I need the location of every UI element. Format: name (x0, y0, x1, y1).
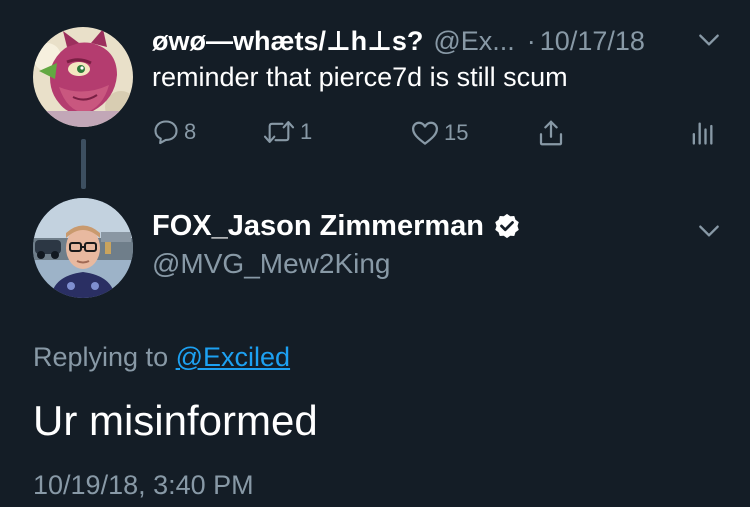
share-icon (539, 120, 563, 146)
parent-header: øwø—whæts/⊥h⊥s? @Ex... · 10/17/18 (152, 23, 645, 59)
parent-tweet[interactable]: øwø—whæts/⊥h⊥s? @Ex... · 10/17/18 remind… (0, 0, 750, 190)
display-name[interactable]: FOX_Jason Zimmerman (152, 210, 484, 243)
like-count: 15 (444, 120, 469, 145)
tweet-text: Ur misinformed (33, 397, 318, 444)
heart-icon (412, 121, 438, 145)
like-button[interactable]: 15 (410, 118, 468, 148)
user-handle[interactable]: @MVG_Mew2King (152, 248, 391, 280)
analytics-button[interactable] (688, 118, 716, 148)
retweet-button[interactable]: 1 (262, 118, 312, 146)
reply-count: 8 (184, 119, 197, 144)
user-photo-avatar-icon (33, 198, 133, 298)
chevron-down-icon[interactable] (696, 218, 722, 244)
retweet-count: 1 (300, 119, 313, 144)
share-button[interactable] (536, 118, 566, 148)
reply-icon (154, 120, 178, 145)
avatar[interactable] (33, 27, 133, 127)
tweet-timestamp[interactable]: 10/19/18, 3:40 PM (33, 470, 254, 501)
replying-to-link[interactable]: @Exciled (176, 342, 290, 372)
reply-tweet[interactable]: FOX_Jason Zimmerman @MVG_Mew2King Replyi… (0, 190, 750, 507)
analytics-icon (692, 122, 713, 145)
chevron-down-icon[interactable] (696, 27, 722, 53)
replying-to-line: Replying to @Exciled (33, 342, 290, 373)
tweet-text: reminder that pierce7d is still scum (152, 62, 568, 92)
separator-dot: · (526, 25, 536, 56)
reply-name-row: FOX_Jason Zimmerman (152, 210, 522, 243)
replying-to-label: Replying to (33, 342, 169, 372)
avatar[interactable] (33, 198, 133, 298)
verified-badge-icon (495, 213, 519, 238)
dragon-avatar-icon (33, 27, 133, 127)
retweet-icon (263, 121, 295, 143)
thread-line (81, 139, 86, 189)
action-bar: 8 1 15 (152, 118, 720, 154)
reply-button[interactable]: 8 (152, 118, 196, 146)
tweet-time[interactable]: 10/17/18 (540, 26, 645, 57)
user-handle[interactable]: @Ex... (433, 26, 514, 57)
display-name[interactable]: øwø—whæts/⊥h⊥s? (152, 26, 423, 57)
